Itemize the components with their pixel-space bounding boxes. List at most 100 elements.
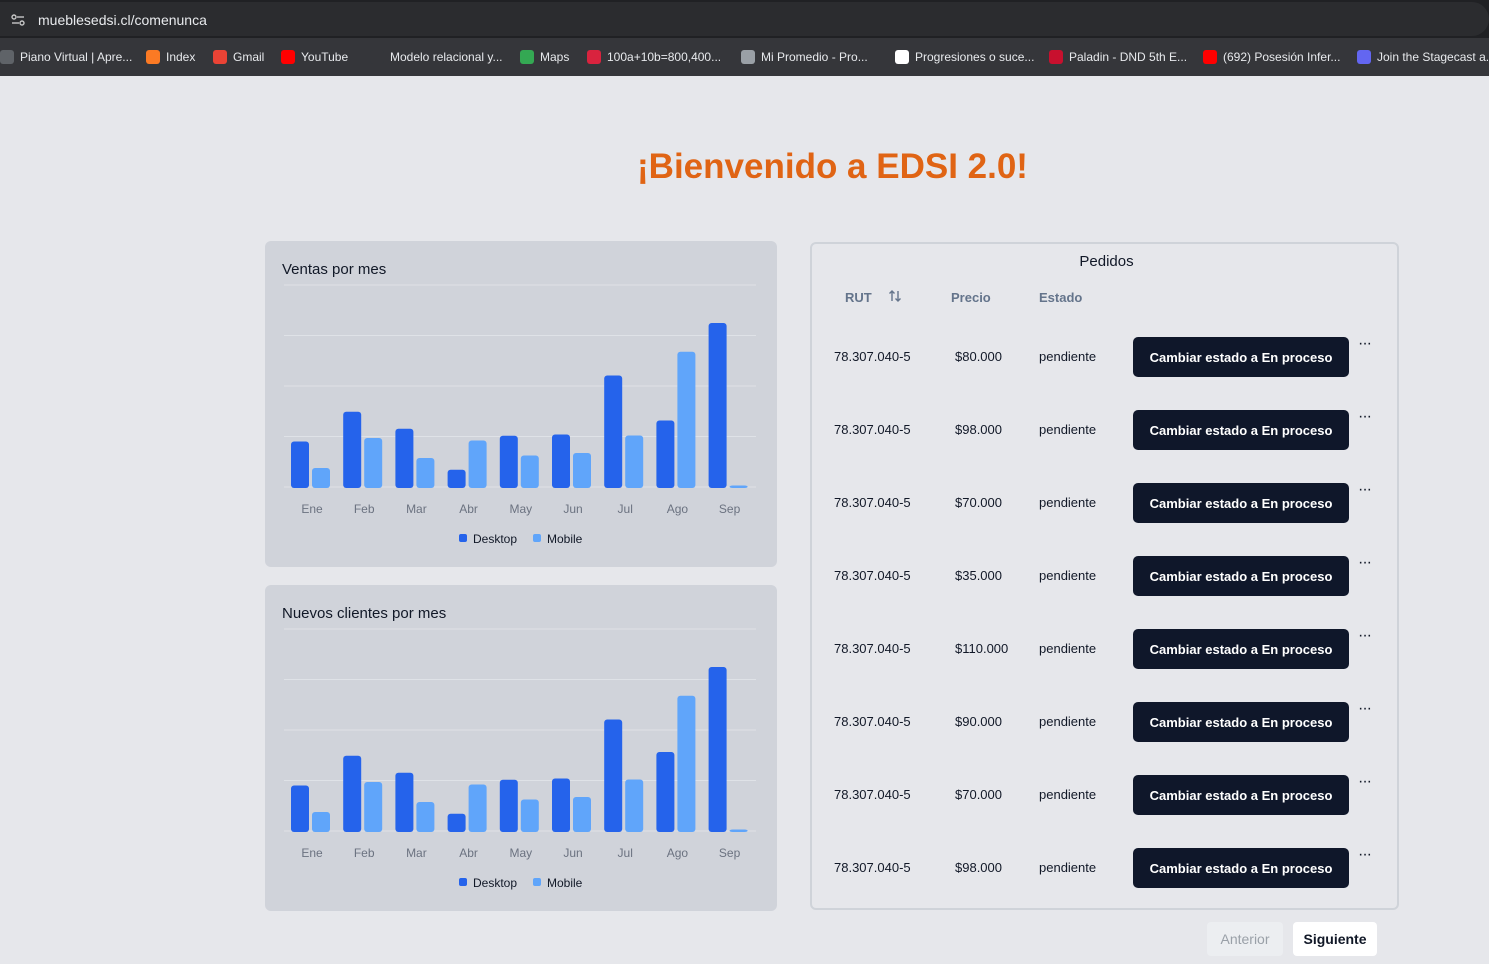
bar-desktop-mar[interactable]	[395, 772, 414, 832]
more-options-icon[interactable]: ···	[1358, 774, 1378, 790]
bar-desktop-jul[interactable]	[604, 719, 623, 833]
bookmark-item[interactable]: Gmail	[213, 49, 264, 65]
bar-mobile-feb[interactable]	[364, 438, 383, 488]
bar-desktop-mar[interactable]	[395, 428, 414, 488]
bar-desktop-ago[interactable]	[656, 752, 675, 832]
bar-desktop-jul[interactable]	[604, 375, 623, 489]
bar-desktop-feb[interactable]	[343, 411, 362, 488]
bar-desktop-ene[interactable]	[291, 785, 309, 833]
bookmark-item[interactable]: Piano Virtual | Apre...	[0, 49, 132, 65]
bookmark-label: Progresiones o suce...	[915, 50, 1035, 64]
change-state-button[interactable]: Cambiar estado a En proceso	[1133, 775, 1349, 815]
change-state-button[interactable]: Cambiar estado a En proceso	[1133, 629, 1349, 669]
more-options-icon[interactable]: ···	[1358, 409, 1378, 425]
legend-label: Desktop	[473, 876, 517, 890]
bar-mobile-ago[interactable]	[677, 351, 696, 488]
change-state-button[interactable]: Cambiar estado a En proceso	[1133, 556, 1349, 596]
bookmark-item[interactable]: 100a+10b=800,400...	[587, 49, 721, 65]
x-tick-label: Abr	[459, 846, 478, 860]
bar-desktop-feb[interactable]	[343, 755, 362, 832]
bar-desktop-sep[interactable]	[708, 667, 727, 832]
bar-mobile-ene[interactable]	[312, 812, 330, 832]
more-options-icon[interactable]: ···	[1358, 555, 1378, 571]
legend-swatch	[459, 534, 467, 542]
bar-mobile-mar[interactable]	[416, 458, 435, 488]
bar-desktop-jun[interactable]	[552, 778, 570, 833]
bookmark-item[interactable]: Mi Promedio - Pro...	[741, 49, 868, 65]
bar-desktop-ene[interactable]	[291, 441, 309, 489]
table-row: 78.307.040-5 $90.000 pendiente Cambiar esta…	[812, 701, 1397, 742]
column-header-rut[interactable]: RUT	[845, 290, 872, 305]
bar-desktop-ago[interactable]	[656, 420, 675, 489]
bar-mobile-ago[interactable]	[677, 695, 696, 832]
more-options-icon[interactable]: ···	[1358, 482, 1378, 498]
bar-desktop-may[interactable]	[499, 435, 518, 488]
change-state-button[interactable]: Cambiar estado a En proceso	[1133, 483, 1349, 523]
more-options-icon[interactable]: ···	[1358, 336, 1378, 352]
bar-mobile-jul[interactable]	[625, 779, 644, 833]
bar-desktop-abr[interactable]	[447, 469, 466, 488]
bar-mobile-abr[interactable]	[468, 440, 487, 489]
x-tick-label: May	[509, 502, 532, 516]
bar-mobile-may[interactable]	[520, 799, 539, 833]
x-tick-label: May	[509, 846, 532, 860]
bar-mobile-jul[interactable]	[625, 435, 644, 489]
bar-desktop-jun[interactable]	[552, 434, 570, 489]
more-options-icon[interactable]: ···	[1358, 701, 1378, 717]
bookmark-item[interactable]: Modelo relacional y...	[370, 49, 503, 65]
cell-rut: 78.307.040-5	[834, 787, 911, 802]
x-tick-label: Mar	[406, 502, 427, 516]
bar-mobile-may[interactable]	[520, 455, 539, 489]
site-settings-icon[interactable]	[10, 12, 26, 28]
x-tick-label: Feb	[354, 502, 375, 516]
bar-mobile-jun[interactable]	[573, 453, 591, 488]
bookmark-item[interactable]: Maps	[520, 49, 569, 65]
dnd-icon	[1049, 50, 1063, 64]
bar-mobile-abr[interactable]	[468, 784, 487, 833]
bar-mobile-jun[interactable]	[573, 797, 591, 832]
cell-estado: pendiente	[1039, 860, 1097, 875]
cell-estado: pendiente	[1039, 787, 1097, 802]
bar-mobile-sep[interactable]	[729, 829, 748, 833]
previous-page-button[interactable]: Anterior	[1207, 922, 1283, 956]
change-state-button[interactable]: Cambiar estado a En proceso	[1133, 410, 1349, 450]
sales-chart-card: Ventas por mes Ene Feb Mar Abr May Jun Jul Ago S…	[265, 241, 777, 567]
bookmark-item[interactable]: YouTube	[281, 49, 348, 65]
bar-mobile-feb[interactable]	[364, 782, 383, 832]
table-row: 78.307.040-5 $70.000 pendiente Cambiar esta…	[812, 774, 1397, 815]
table-row: 78.307.040-5 $110.000 pendiente Cambiar est…	[812, 628, 1397, 669]
url-text[interactable]: mueblesedsi.cl/comenunca	[38, 12, 207, 28]
column-header-estado: Estado	[1039, 290, 1083, 305]
bar-mobile-ene[interactable]	[312, 468, 330, 488]
change-state-button[interactable]: Cambiar estado a En proceso	[1133, 337, 1349, 377]
more-options-icon[interactable]: ···	[1358, 628, 1378, 644]
bar-desktop-may[interactable]	[499, 779, 518, 832]
cell-rut: 78.307.040-5	[834, 860, 911, 875]
x-tick-label: Jul	[618, 846, 633, 860]
stagecast-icon	[1357, 50, 1371, 64]
bar-mobile-mar[interactable]	[416, 802, 435, 832]
next-page-button[interactable]: Siguiente	[1293, 922, 1377, 956]
change-state-button[interactable]: Cambiar estado a En proceso	[1133, 702, 1349, 742]
bookmark-label: Maps	[540, 50, 570, 64]
more-options-icon[interactable]: ···	[1358, 847, 1378, 863]
bookmark-item[interactable]: Index	[146, 49, 195, 65]
table-row: 78.307.040-5 $70.000 pendiente Cambiar esta…	[812, 482, 1397, 523]
bookmark-item[interactable]: (692) Posesión Infer...	[1203, 49, 1340, 65]
x-tick-label: Jul	[618, 502, 633, 516]
sort-icon[interactable]	[888, 289, 902, 303]
document-icon	[370, 50, 384, 64]
bookmark-item[interactable]: Progresiones o suce...	[895, 49, 1034, 65]
bar-desktop-sep[interactable]	[708, 323, 727, 488]
bookmark-item[interactable]: Join the Stagecast a...	[1357, 49, 1489, 65]
cell-rut: 78.307.040-5	[834, 422, 911, 437]
bookmark-item[interactable]: Paladin - DND 5th E...	[1049, 49, 1187, 65]
legend-label: Mobile	[547, 532, 583, 546]
change-state-button[interactable]: Cambiar estado a En proceso	[1133, 848, 1349, 888]
url-field[interactable]: mueblesedsi.cl/comenunca	[0, 2, 1489, 36]
bar-desktop-abr[interactable]	[447, 813, 466, 832]
legend-swatch	[533, 534, 541, 542]
cell-rut: 78.307.040-5	[834, 349, 911, 364]
xampp-icon	[146, 50, 160, 64]
bar-mobile-sep[interactable]	[729, 485, 748, 489]
